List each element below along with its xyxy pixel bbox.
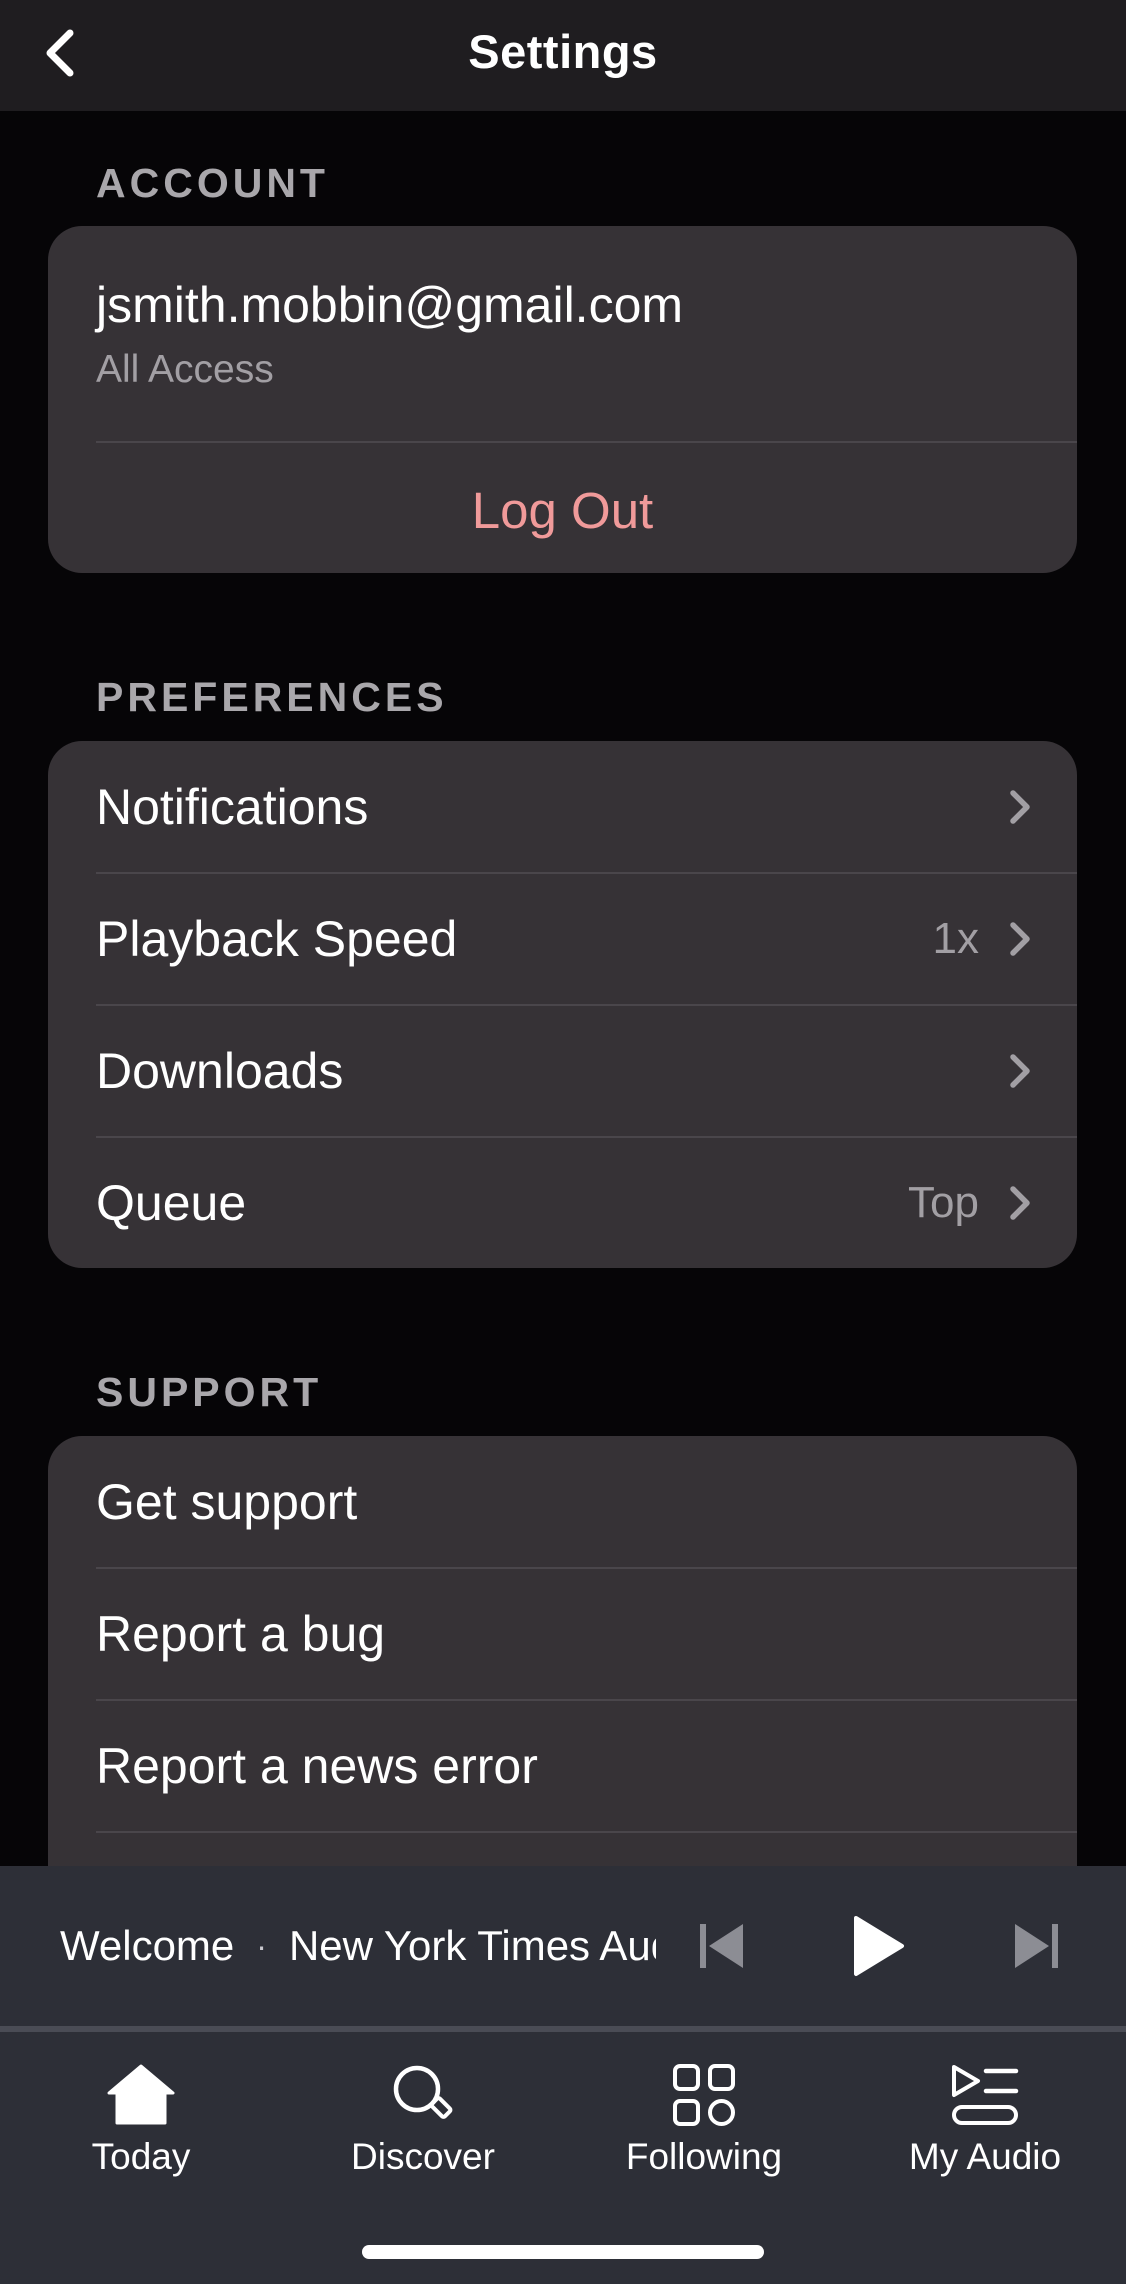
row-label: Report a news error — [96, 1737, 538, 1794]
support-card: Get support Report a bug Report a news e… — [48, 1436, 1077, 1936]
tab-label: My Audio — [908, 2136, 1062, 2177]
divider — [96, 1831, 1077, 1833]
tab-discover[interactable]: Discover — [282, 2032, 564, 2182]
skip-back-icon — [700, 1924, 743, 1968]
chevron-right-icon — [1010, 789, 1030, 824]
row-label: Notifications — [96, 778, 369, 835]
row-label: Queue — [96, 1174, 247, 1231]
row-label: Downloads — [96, 1042, 344, 1099]
divider — [96, 441, 1077, 443]
separator-dot: · — [256, 1927, 267, 1964]
chevron-right-icon — [1010, 1053, 1030, 1088]
section-header-support: SUPPORT — [96, 1369, 323, 1415]
chevron-left-icon — [46, 29, 74, 77]
support-row-get-support[interactable]: Get support — [48, 1436, 1077, 1567]
preferences-row-downloads[interactable]: Downloads — [48, 1005, 1077, 1136]
row-label: Get support — [96, 1473, 358, 1530]
play-icon — [854, 1916, 904, 1976]
support-row-report-bug[interactable]: Report a bug — [48, 1568, 1077, 1699]
row-value: 1x — [932, 913, 979, 963]
mini-player[interactable]: Welcome · New York Times Audio — [0, 1866, 1126, 2026]
preferences-row-playback-speed[interactable]: Playback Speed 1x — [48, 873, 1077, 1004]
back-button[interactable] — [32, 22, 88, 84]
tab-label: Discover — [351, 2136, 495, 2177]
track-source: New York Times Audio — [288, 1922, 656, 1969]
support-row-report-news-error[interactable]: Report a news error — [48, 1700, 1077, 1831]
tab-label: Today — [91, 2136, 191, 2177]
skip-forward-button[interactable] — [990, 1900, 1082, 1992]
preferences-card: Notifications Playback Speed 1x Download… — [48, 741, 1077, 1268]
section-header-account: ACCOUNT — [96, 160, 329, 206]
page-title: Settings — [468, 25, 658, 78]
tab-my-audio[interactable]: My Audio — [844, 2032, 1126, 2182]
nav-bar: Settings — [0, 0, 1126, 111]
preferences-row-notifications[interactable]: Notifications — [48, 741, 1077, 872]
account-card: jsmith.mobbin@gmail.com All Access Log O… — [48, 226, 1077, 573]
row-label: Report a bug — [96, 1605, 386, 1662]
row-label: Playback Speed — [96, 910, 458, 967]
preferences-row-queue[interactable]: Queue Top — [48, 1137, 1077, 1268]
logout-button[interactable]: Log Out — [48, 481, 1077, 540]
tab-label: Following — [625, 2136, 783, 2177]
section-header-preferences: PREFERENCES — [96, 674, 448, 720]
chevron-right-icon — [1010, 921, 1030, 956]
search-icon — [393, 2065, 453, 2119]
home-indicator — [362, 2245, 764, 2259]
skip-back-button[interactable] — [676, 1900, 768, 1992]
playlist-icon — [952, 2065, 1019, 2125]
chevron-right-icon — [1010, 1185, 1030, 1220]
play-button[interactable] — [832, 1900, 924, 1992]
track-title: Welcome — [60, 1922, 235, 1969]
home-icon — [107, 2064, 175, 2125]
account-plan: All Access — [96, 348, 274, 391]
account-email: jsmith.mobbin@gmail.com — [96, 277, 684, 333]
skip-forward-icon — [1015, 1924, 1058, 1968]
grid-icon — [673, 2064, 735, 2126]
row-value: Top — [908, 1177, 979, 1227]
tab-today[interactable]: Today — [0, 2032, 282, 2182]
tab-following[interactable]: Following — [563, 2032, 845, 2182]
now-playing-text[interactable]: Welcome · New York Times Audio — [60, 1866, 656, 2026]
